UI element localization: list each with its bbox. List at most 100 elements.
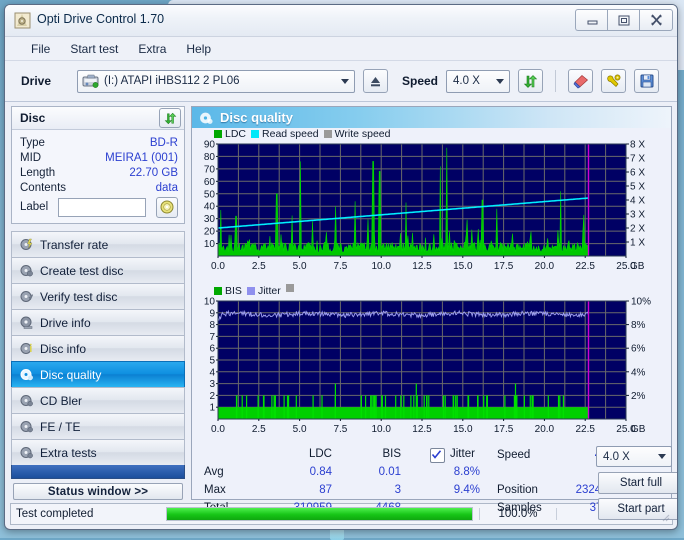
sidebar-item-verify-test-disc[interactable]: Verify test disc: [11, 283, 185, 309]
top-chart-legend: LDC Read speed Write speed: [192, 128, 671, 140]
top-error-chart[interactable]: 10 20 30 40 50 60 70 80 90 1 X 2 X 3 X 4 X 5 X 6 X 7 X 8…: [192, 140, 671, 282]
close-icon: [650, 14, 662, 26]
svg-text:8: 8: [209, 320, 215, 331]
eraser-icon: [573, 74, 588, 88]
toolbar-separator: [555, 70, 557, 92]
disc-row-key: Length: [20, 166, 56, 179]
window-title: Opti Drive Control 1.70: [37, 12, 165, 26]
svg-text:3: 3: [209, 379, 215, 390]
svg-text:2%: 2%: [631, 391, 646, 402]
close-button[interactable]: [639, 9, 673, 31]
disc-refresh-button[interactable]: [159, 108, 181, 128]
disc-label-button[interactable]: [155, 196, 178, 218]
minimize-button[interactable]: [575, 9, 608, 31]
legend-swatch-icon: [246, 286, 255, 295]
refresh-icon: [523, 74, 538, 88]
save-button[interactable]: [634, 69, 660, 93]
body: Disc Type BD-R MID MEIRA1 (001) Length 2…: [5, 102, 677, 520]
svg-text:10.0: 10.0: [371, 424, 391, 435]
left-panel: Disc Type BD-R MID MEIRA1 (001) Length 2…: [5, 102, 189, 500]
sidebar-item-create-test-disc[interactable]: Create test disc: [11, 257, 185, 283]
svg-text:12.5: 12.5: [412, 424, 432, 435]
disc-row-mid: MID MEIRA1 (001): [20, 150, 178, 165]
chevron-down-icon: [658, 454, 666, 459]
svg-text:90: 90: [204, 140, 216, 151]
legend-swatch-icon: [285, 283, 294, 292]
menu-item-help[interactable]: Help: [176, 39, 221, 59]
svg-text:0.0: 0.0: [211, 424, 225, 435]
stats-key-speed: Speed: [497, 449, 531, 461]
eject-icon: [371, 76, 380, 86]
main-window: Opti Drive Control 1.70 File Start test …: [4, 4, 678, 530]
svg-text:2.5: 2.5: [252, 261, 266, 272]
disc-label-input[interactable]: [58, 197, 147, 217]
drive-select[interactable]: (I:) ATAPI iHBS112 2 PL06: [77, 69, 355, 93]
svg-text:20.0: 20.0: [535, 261, 555, 272]
disc-row-value: MEIRA1 (001): [105, 151, 178, 164]
menu-item-extra[interactable]: Extra: [128, 39, 176, 59]
svg-text:6%: 6%: [631, 344, 646, 355]
svg-text:5 X: 5 X: [630, 182, 645, 193]
svg-text:2.5: 2.5: [252, 424, 266, 435]
jitter-checkbox[interactable]: [430, 448, 445, 463]
svg-text:4: 4: [209, 367, 215, 378]
refresh-icon: [164, 112, 176, 124]
sidebar-item-fe-te[interactable]: FE / TE: [11, 413, 185, 439]
stats-speed-value: 4.0 X: [603, 450, 630, 463]
progress-bar: [166, 507, 473, 521]
speed-select[interactable]: 4.0 X: [446, 69, 511, 93]
stats-row-label-max: Max: [204, 484, 226, 496]
sidebar-item-disc-quality[interactable]: Disc quality: [11, 361, 185, 387]
start-full-button[interactable]: Start full: [598, 472, 677, 494]
bottom-jitter-chart[interactable]: 1 2 3 4 5 6 7 8 9 10 2% 4% 6% 8% 10% 0.0 2.5 5.0 7.5 10.0 12…: [192, 297, 671, 445]
disc-row-contents: Contents data: [20, 180, 178, 195]
sidebar-item-disc-info[interactable]: Disc info: [11, 335, 185, 361]
menu-bar: File Start test Extra Help: [5, 37, 677, 61]
menu-item-file[interactable]: File: [21, 39, 60, 59]
drive-select-value: (I:) ATAPI iHBS112 2 PL06: [104, 75, 240, 87]
sidebar-item-label: CD Bler: [40, 393, 83, 408]
refresh-button[interactable]: [518, 69, 544, 93]
sidebar-item-label: Disc quality: [40, 367, 102, 382]
disc-row-value: BD-R: [149, 136, 178, 149]
svg-text:5: 5: [209, 356, 215, 367]
menu-item-start-test[interactable]: Start test: [60, 39, 128, 59]
disc-transfer-icon: [20, 238, 33, 250]
resize-grip-icon[interactable]: [661, 513, 670, 522]
disc-verify-icon: [20, 291, 33, 302]
svg-text:10: 10: [204, 297, 216, 308]
disc-box-header: Disc: [12, 107, 184, 130]
drive-label: Drive: [21, 74, 52, 88]
svg-text:8 X: 8 X: [630, 140, 645, 151]
maximize-button[interactable]: [607, 9, 640, 31]
svg-text:1 X: 1 X: [630, 238, 645, 249]
svg-text:22.5: 22.5: [575, 261, 595, 272]
sidebar-item-drive-info[interactable]: Drive info: [11, 309, 185, 335]
disc-info-rows: Type BD-R MID MEIRA1 (001) Length 22.70 …: [12, 130, 184, 223]
svg-text:0.0: 0.0: [211, 261, 225, 272]
stats-speed-select[interactable]: 4.0 X: [596, 446, 672, 467]
title-bar: Opti Drive Control 1.70: [5, 5, 677, 37]
disc-label-key: Label: [20, 201, 49, 213]
status-window-button[interactable]: Status window >>: [13, 483, 183, 500]
svg-text:7: 7: [209, 332, 215, 343]
legend-label: BIS: [225, 284, 242, 297]
tools-button[interactable]: [601, 69, 627, 93]
bottom-chart-legend: BIS Jitter: [192, 282, 671, 297]
disc-quality-icon: [200, 112, 213, 124]
speed-label: Speed: [402, 74, 439, 88]
svg-text:7.5: 7.5: [333, 261, 347, 272]
sidebar-item-cd-bler[interactable]: CD Bler: [11, 387, 185, 413]
stats-key-position: Position: [497, 484, 538, 496]
save-icon: [640, 74, 654, 88]
bottom-chart-canvas: 12345678910 2% 4% 6% 8% 10% 0.0 2.5 5.0 7.5 10.0 12…: [204, 297, 651, 436]
eject-button[interactable]: [363, 69, 388, 93]
drive-info-icon: [20, 316, 33, 329]
erase-button[interactable]: [568, 69, 594, 93]
svg-text:30: 30: [204, 214, 216, 225]
legend-item-write-speed: Write speed: [323, 128, 391, 140]
disc-extra-icon: [20, 447, 33, 459]
legend-item-extra: [285, 283, 294, 298]
sidebar-item-transfer-rate[interactable]: Transfer rate: [11, 231, 185, 257]
sidebar-item-extra-tests[interactable]: Extra tests: [11, 439, 185, 465]
